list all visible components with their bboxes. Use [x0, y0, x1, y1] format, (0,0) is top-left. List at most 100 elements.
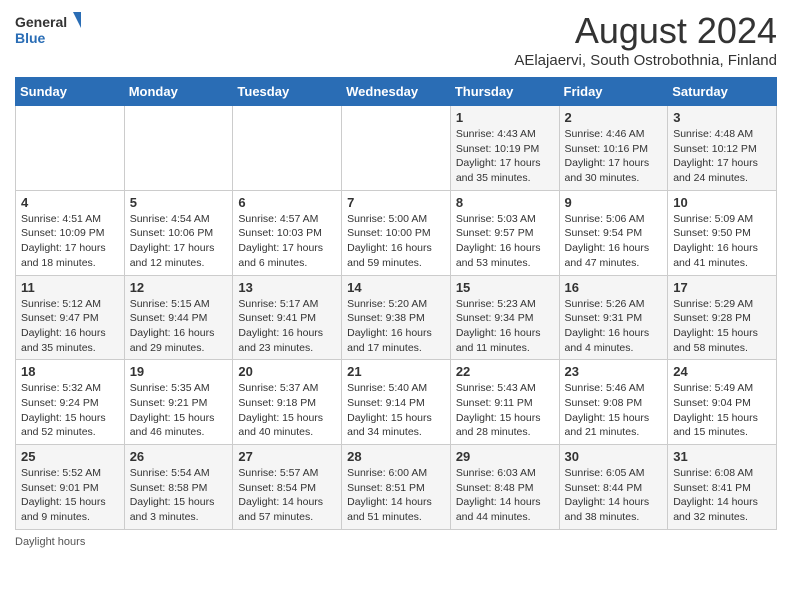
calendar-cell: 1Sunrise: 4:43 AM Sunset: 10:19 PM Dayli… — [450, 106, 559, 191]
calendar-cell: 16 Sunrise: 5:26 AM Sunset: 9:31 PM Dayli… — [559, 275, 668, 360]
day-number: 15 — [456, 280, 554, 295]
calendar-cell: 5 Sunrise: 4:54 AM Sunset: 10:06 PM Dayli… — [124, 190, 233, 275]
footer: Daylight hours — [15, 536, 777, 548]
day-info: Sunrise: 4:54 AM Sunset: 10:06 PM Daylig… — [130, 212, 228, 271]
day-number: 3 — [673, 110, 771, 125]
calendar-cell — [233, 106, 342, 191]
calendar-cell: 15 Sunrise: 5:23 AM Sunset: 9:34 PM Dayli… — [450, 275, 559, 360]
day-number: 13 — [238, 280, 336, 295]
calendar-cell — [342, 106, 451, 191]
calendar-cell: 28Sunrise: 6:00 AM Sunset: 8:51 PM Dayli… — [342, 445, 451, 530]
day-number: 24 — [673, 364, 771, 379]
day-number: 25 — [21, 449, 119, 464]
day-number: 22 — [456, 364, 554, 379]
day-info: Sunrise: 5:32 AM Sunset: 9:24 PM Dayligh… — [21, 381, 119, 440]
day-info: Sunrise: 6:03 AM Sunset: 8:48 PM Dayligh… — [456, 466, 554, 525]
day-info: Sunrise: 5:23 AM Sunset: 9:34 PM Dayligh… — [456, 297, 554, 356]
day-info: Sunrise: 5:40 AM Sunset: 9:14 PM Dayligh… — [347, 381, 445, 440]
calendar-week-5: 25Sunrise: 5:52 AM Sunset: 9:01 PM Dayli… — [16, 445, 777, 530]
day-number: 2 — [565, 110, 663, 125]
day-number: 1 — [456, 110, 554, 125]
calendar-cell: 10Sunrise: 5:09 AM Sunset: 9:50 PM Dayli… — [668, 190, 777, 275]
day-info: Sunrise: 5:26 AM Sunset: 9:31 PM Dayligh… — [565, 297, 663, 356]
calendar-cell: 29 Sunrise: 6:03 AM Sunset: 8:48 PM Dayli… — [450, 445, 559, 530]
day-number: 20 — [238, 364, 336, 379]
day-info: Sunrise: 4:48 AM Sunset: 10:12 PM Daylig… — [673, 127, 771, 186]
calendar-week-1: 1Sunrise: 4:43 AM Sunset: 10:19 PM Dayli… — [16, 106, 777, 191]
calendar-week-4: 18 Sunrise: 5:32 AM Sunset: 9:24 PM Dayli… — [16, 360, 777, 445]
header-row: SundayMondayTuesdayWednesdayThursdayFrid… — [16, 78, 777, 106]
calendar-cell: 23 Sunrise: 5:46 AM Sunset: 9:08 PM Dayli… — [559, 360, 668, 445]
day-number: 18 — [21, 364, 119, 379]
calendar-cell: 21 Sunrise: 5:40 AM Sunset: 9:14 PM Dayli… — [342, 360, 451, 445]
day-number: 16 — [565, 280, 663, 295]
calendar-cell: 11 Sunrise: 5:12 AM Sunset: 9:47 PM Dayli… — [16, 275, 125, 360]
header-day-sunday: Sunday — [16, 78, 125, 106]
day-number: 21 — [347, 364, 445, 379]
svg-text:General: General — [15, 14, 67, 30]
day-number: 29 — [456, 449, 554, 464]
calendar-cell: 18 Sunrise: 5:32 AM Sunset: 9:24 PM Dayli… — [16, 360, 125, 445]
calendar-cell — [124, 106, 233, 191]
header-day-monday: Monday — [124, 78, 233, 106]
calendar-table: SundayMondayTuesdayWednesdayThursdayFrid… — [15, 77, 777, 530]
day-info: Sunrise: 5:20 AM Sunset: 9:38 PM Dayligh… — [347, 297, 445, 356]
calendar-cell: 20Sunrise: 5:37 AM Sunset: 9:18 PM Dayli… — [233, 360, 342, 445]
calendar-cell: 2 Sunrise: 4:46 AM Sunset: 10:16 PM Dayli… — [559, 106, 668, 191]
day-info: Sunrise: 5:06 AM Sunset: 9:54 PM Dayligh… — [565, 212, 663, 271]
calendar-cell: 4 Sunrise: 4:51 AM Sunset: 10:09 PM Dayli… — [16, 190, 125, 275]
day-info: Sunrise: 4:51 AM Sunset: 10:09 PM Daylig… — [21, 212, 119, 271]
day-info: Sunrise: 5:00 AM Sunset: 10:00 PM Daylig… — [347, 212, 445, 271]
day-info: Sunrise: 5:03 AM Sunset: 9:57 PM Dayligh… — [456, 212, 554, 271]
day-number: 30 — [565, 449, 663, 464]
calendar-cell: 27Sunrise: 5:57 AM Sunset: 8:54 PM Dayli… — [233, 445, 342, 530]
calendar-cell: 26 Sunrise: 5:54 AM Sunset: 8:58 PM Dayli… — [124, 445, 233, 530]
page-header: General Blue August 2024 AElajaervi, Sou… — [15, 10, 777, 69]
day-info: Sunrise: 5:15 AM Sunset: 9:44 PM Dayligh… — [130, 297, 228, 356]
day-number: 4 — [21, 195, 119, 210]
calendar-cell: 25Sunrise: 5:52 AM Sunset: 9:01 PM Dayli… — [16, 445, 125, 530]
svg-text:Blue: Blue — [15, 30, 46, 46]
day-number: 17 — [673, 280, 771, 295]
day-number: 26 — [130, 449, 228, 464]
day-info: Sunrise: 5:09 AM Sunset: 9:50 PM Dayligh… — [673, 212, 771, 271]
header-day-thursday: Thursday — [450, 78, 559, 106]
day-number: 9 — [565, 195, 663, 210]
day-number: 31 — [673, 449, 771, 464]
day-info: Sunrise: 5:46 AM Sunset: 9:08 PM Dayligh… — [565, 381, 663, 440]
calendar-cell: 31 Sunrise: 6:08 AM Sunset: 8:41 PM Dayli… — [668, 445, 777, 530]
calendar-cell: 3 Sunrise: 4:48 AM Sunset: 10:12 PM Dayli… — [668, 106, 777, 191]
calendar-cell: 7Sunrise: 5:00 AM Sunset: 10:00 PM Dayli… — [342, 190, 451, 275]
day-info: Sunrise: 6:08 AM Sunset: 8:41 PM Dayligh… — [673, 466, 771, 525]
day-info: Sunrise: 5:12 AM Sunset: 9:47 PM Dayligh… — [21, 297, 119, 356]
day-info: Sunrise: 6:05 AM Sunset: 8:44 PM Dayligh… — [565, 466, 663, 525]
page-title: August 2024 — [514, 10, 777, 52]
calendar-cell: 13 Sunrise: 5:17 AM Sunset: 9:41 PM Dayli… — [233, 275, 342, 360]
day-info: Sunrise: 5:54 AM Sunset: 8:58 PM Dayligh… — [130, 466, 228, 525]
day-number: 23 — [565, 364, 663, 379]
title-block: August 2024 AElajaervi, South Ostrobothn… — [514, 10, 777, 69]
calendar-week-2: 4 Sunrise: 4:51 AM Sunset: 10:09 PM Dayli… — [16, 190, 777, 275]
day-info: Sunrise: 5:17 AM Sunset: 9:41 PM Dayligh… — [238, 297, 336, 356]
day-number: 5 — [130, 195, 228, 210]
calendar-cell: 9 Sunrise: 5:06 AM Sunset: 9:54 PM Daylig… — [559, 190, 668, 275]
day-number: 14 — [347, 280, 445, 295]
calendar-cell: 8Sunrise: 5:03 AM Sunset: 9:57 PM Daylig… — [450, 190, 559, 275]
day-info: Sunrise: 5:43 AM Sunset: 9:11 PM Dayligh… — [456, 381, 554, 440]
header-day-wednesday: Wednesday — [342, 78, 451, 106]
daylight-label: Daylight hours — [15, 536, 85, 548]
calendar-cell: 22 Sunrise: 5:43 AM Sunset: 9:11 PM Dayli… — [450, 360, 559, 445]
calendar-cell: 24Sunrise: 5:49 AM Sunset: 9:04 PM Dayli… — [668, 360, 777, 445]
day-info: Sunrise: 4:57 AM Sunset: 10:03 PM Daylig… — [238, 212, 336, 271]
calendar-cell: 19Sunrise: 5:35 AM Sunset: 9:21 PM Dayli… — [124, 360, 233, 445]
day-info: Sunrise: 4:46 AM Sunset: 10:16 PM Daylig… — [565, 127, 663, 186]
day-info: Sunrise: 6:00 AM Sunset: 8:51 PM Dayligh… — [347, 466, 445, 525]
page-subtitle: AElajaervi, South Ostrobothnia, Finland — [514, 52, 777, 69]
calendar-cell — [16, 106, 125, 191]
day-info: Sunrise: 5:35 AM Sunset: 9:21 PM Dayligh… — [130, 381, 228, 440]
day-info: Sunrise: 5:57 AM Sunset: 8:54 PM Dayligh… — [238, 466, 336, 525]
day-info: Sunrise: 5:29 AM Sunset: 9:28 PM Dayligh… — [673, 297, 771, 356]
calendar-week-3: 11 Sunrise: 5:12 AM Sunset: 9:47 PM Dayli… — [16, 275, 777, 360]
day-number: 11 — [21, 280, 119, 295]
calendar-cell: 14 Sunrise: 5:20 AM Sunset: 9:38 PM Dayli… — [342, 275, 451, 360]
